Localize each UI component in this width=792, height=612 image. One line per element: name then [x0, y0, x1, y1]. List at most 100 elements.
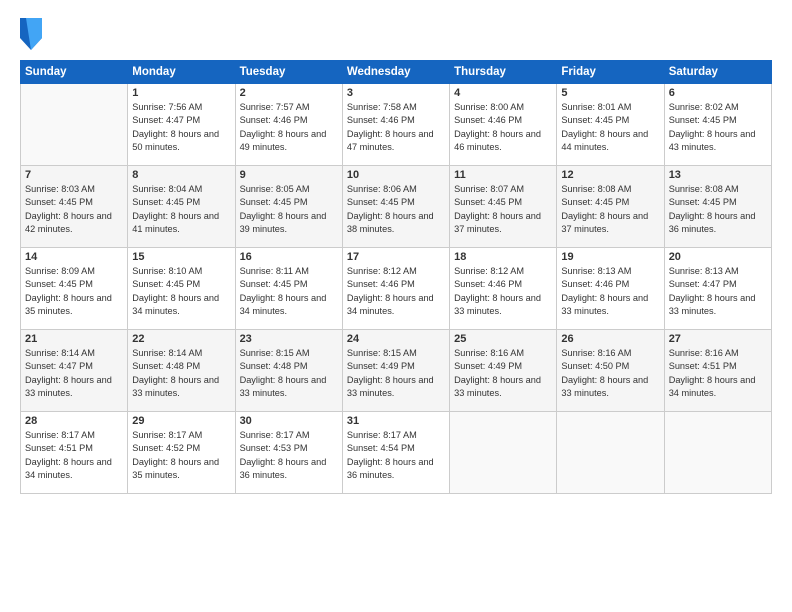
sunset-text: Sunset: 4:45 PM — [240, 196, 338, 209]
sunrise-text: Sunrise: 8:08 AM — [669, 183, 767, 196]
day-info: Sunrise: 8:15 AMSunset: 4:48 PMDaylight:… — [240, 347, 338, 400]
calendar-cell: 23 Sunrise: 8:15 AMSunset: 4:48 PMDayligh… — [235, 330, 342, 412]
sunrise-text: Sunrise: 8:17 AM — [25, 429, 123, 442]
sunset-text: Sunset: 4:47 PM — [25, 360, 123, 373]
day-info: Sunrise: 8:13 AMSunset: 4:46 PMDaylight:… — [561, 265, 659, 318]
day-number: 23 — [240, 333, 338, 345]
sunrise-text: Sunrise: 7:58 AM — [347, 101, 445, 114]
sunrise-text: Sunrise: 8:06 AM — [347, 183, 445, 196]
calendar-cell: 19Sunrise: 8:13 AMSunset: 4:46 PMDayligh… — [557, 248, 664, 330]
sunrise-text: Sunrise: 8:10 AM — [132, 265, 230, 278]
day-info: Sunrise: 8:07 AMSunset: 4:45 PMDaylight:… — [454, 183, 552, 236]
day-info: Sunrise: 8:01 AMSunset: 4:45 PMDaylight:… — [561, 101, 659, 154]
daylight-text: Daylight: 8 hours and 47 minutes. — [347, 128, 445, 155]
daylight-text: Daylight: 8 hours and 37 minutes. — [561, 210, 659, 237]
day-number: 10 — [347, 169, 445, 181]
sunset-text: Sunset: 4:46 PM — [347, 114, 445, 127]
sunset-text: Sunset: 4:49 PM — [347, 360, 445, 373]
sunrise-text: Sunrise: 8:02 AM — [669, 101, 767, 114]
day-info: Sunrise: 7:56 AMSunset: 4:47 PMDaylight:… — [132, 101, 230, 154]
day-number: 16 — [240, 251, 338, 263]
daylight-text: Daylight: 8 hours and 36 minutes. — [347, 456, 445, 483]
sunrise-text: Sunrise: 8:00 AM — [454, 101, 552, 114]
day-info: Sunrise: 8:00 AMSunset: 4:46 PMDaylight:… — [454, 101, 552, 154]
day-info: Sunrise: 8:17 AMSunset: 4:53 PMDaylight:… — [240, 429, 338, 482]
daylight-text: Daylight: 8 hours and 36 minutes. — [240, 456, 338, 483]
calendar-cell — [664, 412, 771, 494]
calendar-cell: 18Sunrise: 8:12 AMSunset: 4:46 PMDayligh… — [450, 248, 557, 330]
sunrise-text: Sunrise: 8:05 AM — [240, 183, 338, 196]
weekday-header-saturday: Saturday — [664, 61, 771, 84]
day-info: Sunrise: 7:57 AMSunset: 4:46 PMDaylight:… — [240, 101, 338, 154]
sunset-text: Sunset: 4:48 PM — [132, 360, 230, 373]
daylight-text: Daylight: 8 hours and 34 minutes. — [347, 292, 445, 319]
sunset-text: Sunset: 4:51 PM — [669, 360, 767, 373]
sunset-text: Sunset: 4:54 PM — [347, 442, 445, 455]
calendar-cell: 15 Sunrise: 8:10 AMSunset: 4:45 PMDayligh… — [128, 248, 235, 330]
weekday-header-friday: Friday — [557, 61, 664, 84]
day-number: 30 — [240, 415, 338, 427]
sunrise-text: Sunrise: 8:14 AM — [132, 347, 230, 360]
sunrise-text: Sunrise: 8:03 AM — [25, 183, 123, 196]
sunset-text: Sunset: 4:53 PM — [240, 442, 338, 455]
sunrise-text: Sunrise: 8:12 AM — [347, 265, 445, 278]
calendar-cell: 26 Sunrise: 8:16 AMSunset: 4:50 PMDayligh… — [557, 330, 664, 412]
daylight-text: Daylight: 8 hours and 33 minutes. — [561, 374, 659, 401]
sunrise-text: Sunrise: 8:13 AM — [561, 265, 659, 278]
sunrise-text: Sunrise: 8:01 AM — [561, 101, 659, 114]
calendar-cell: 16 Sunrise: 8:11 AMSunset: 4:45 PMDayligh… — [235, 248, 342, 330]
calendar-cell — [21, 84, 128, 166]
week-row-4: 28 Sunrise: 8:17 AMSunset: 4:51 PMDayligh… — [21, 412, 772, 494]
sunset-text: Sunset: 4:50 PM — [561, 360, 659, 373]
day-number: 7 — [25, 169, 123, 181]
day-number: 20 — [669, 251, 767, 263]
calendar-cell: 13Sunrise: 8:08 AMSunset: 4:45 PMDayligh… — [664, 166, 771, 248]
sunrise-text: Sunrise: 7:56 AM — [132, 101, 230, 114]
day-info: Sunrise: 8:17 AMSunset: 4:51 PMDaylight:… — [25, 429, 123, 482]
day-info: Sunrise: 8:16 AMSunset: 4:50 PMDaylight:… — [561, 347, 659, 400]
daylight-text: Daylight: 8 hours and 33 minutes. — [454, 374, 552, 401]
daylight-text: Daylight: 8 hours and 34 minutes. — [132, 292, 230, 319]
day-number: 25 — [454, 333, 552, 345]
sunrise-text: Sunrise: 8:12 AM — [454, 265, 552, 278]
day-number: 29 — [132, 415, 230, 427]
day-info: Sunrise: 8:14 AMSunset: 4:47 PMDaylight:… — [25, 347, 123, 400]
logo — [20, 18, 47, 50]
calendar-cell: 25Sunrise: 8:16 AMSunset: 4:49 PMDayligh… — [450, 330, 557, 412]
sunset-text: Sunset: 4:46 PM — [454, 278, 552, 291]
day-info: Sunrise: 8:11 AMSunset: 4:45 PMDaylight:… — [240, 265, 338, 318]
sunset-text: Sunset: 4:46 PM — [347, 278, 445, 291]
sunrise-text: Sunrise: 8:04 AM — [132, 183, 230, 196]
day-number: 28 — [25, 415, 123, 427]
day-info: Sunrise: 8:10 AMSunset: 4:45 PMDaylight:… — [132, 265, 230, 318]
daylight-text: Daylight: 8 hours and 38 minutes. — [347, 210, 445, 237]
sunrise-text: Sunrise: 8:17 AM — [240, 429, 338, 442]
sunrise-text: Sunrise: 8:14 AM — [25, 347, 123, 360]
weekday-header-sunday: Sunday — [21, 61, 128, 84]
daylight-text: Daylight: 8 hours and 44 minutes. — [561, 128, 659, 155]
daylight-text: Daylight: 8 hours and 41 minutes. — [132, 210, 230, 237]
day-number: 17 — [347, 251, 445, 263]
week-row-0: 1Sunrise: 7:56 AMSunset: 4:47 PMDaylight… — [21, 84, 772, 166]
day-number: 4 — [454, 87, 552, 99]
calendar-cell: 1Sunrise: 7:56 AMSunset: 4:47 PMDaylight… — [128, 84, 235, 166]
sunset-text: Sunset: 4:45 PM — [132, 278, 230, 291]
day-number: 21 — [25, 333, 123, 345]
sunset-text: Sunset: 4:52 PM — [132, 442, 230, 455]
calendar-cell: 24Sunrise: 8:15 AMSunset: 4:49 PMDayligh… — [342, 330, 449, 412]
week-row-1: 7 Sunrise: 8:03 AM Sunset: 4:45 PM Daylight… — [21, 166, 772, 248]
calendar-cell: 2Sunrise: 7:57 AMSunset: 4:46 PMDaylight… — [235, 84, 342, 166]
day-number: 15 — [132, 251, 230, 263]
sunrise-text: Sunrise: 8:15 AM — [240, 347, 338, 360]
day-info: Sunrise: 8:08 AMSunset: 4:45 PMDaylight:… — [561, 183, 659, 236]
calendar-cell: 3Sunrise: 7:58 AMSunset: 4:46 PMDaylight… — [342, 84, 449, 166]
weekday-header-thursday: Thursday — [450, 61, 557, 84]
daylight-text: Daylight: 8 hours and 33 minutes. — [132, 374, 230, 401]
sunset-text: Sunset: 4:49 PM — [454, 360, 552, 373]
week-row-2: 14Sunrise: 8:09 AMSunset: 4:45 PMDayligh… — [21, 248, 772, 330]
day-number: 18 — [454, 251, 552, 263]
day-info: Sunrise: 8:15 AMSunset: 4:49 PMDaylight:… — [347, 347, 445, 400]
sunrise-text: Sunrise: 8:07 AM — [454, 183, 552, 196]
day-number: 26 — [561, 333, 659, 345]
day-number: 22 — [132, 333, 230, 345]
